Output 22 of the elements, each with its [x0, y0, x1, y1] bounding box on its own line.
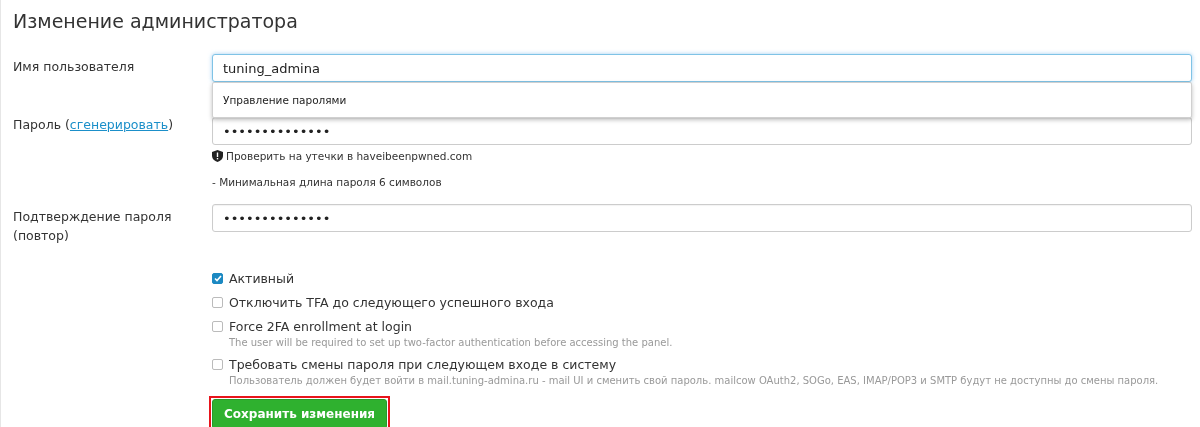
checkbox-label: Force 2FA enrollment at login	[229, 319, 413, 334]
leak-check-text: Проверить на утечки в haveibeenpwned.com	[226, 150, 473, 162]
username-label: Имя пользователя	[13, 58, 136, 76]
page-title: Изменение администратора	[13, 10, 299, 32]
username-field[interactable]: tuning_admina	[212, 54, 1192, 82]
checkbox[interactable]	[212, 321, 223, 332]
option-help-text: The user will be required to set up two-factor authentication before accessing the panel.	[229, 337, 674, 348]
shield-icon	[212, 150, 223, 162]
confirm-password-label: Подтверждение пароля (повтор)	[13, 208, 173, 245]
password-field[interactable]: ••••••••••••••	[212, 117, 1192, 145]
option-help-text: Пользователь должен будет войти в mail.tuning-admina.ru - mail UI и сменить свой пароль. mailcow OAuth2, SOGo, EAS, IMAP/POP3 и SMTP будут не доступны до смены пароля.	[229, 375, 1160, 386]
checkbox[interactable]	[212, 359, 223, 370]
confirm-password-field[interactable]: ••••••••••••••	[212, 204, 1192, 232]
autocomplete-item[interactable]: Управление паролями	[212, 82, 1192, 118]
checkbox-label: Требовать смены пароля при следующем входе в систему	[229, 357, 617, 372]
checkbox[interactable]	[212, 297, 223, 308]
checkbox-label: Активный	[229, 271, 295, 286]
checkbox-label: Отключить TFA до следующего успешного входа	[229, 295, 554, 310]
password-label: Пароль (сгенерировать)	[13, 116, 175, 134]
min-length-hint: - Минимальная длина пароля 6 символов	[212, 176, 442, 188]
generate-link[interactable]: сгенерировать	[69, 117, 169, 132]
checkbox[interactable]	[212, 273, 223, 284]
